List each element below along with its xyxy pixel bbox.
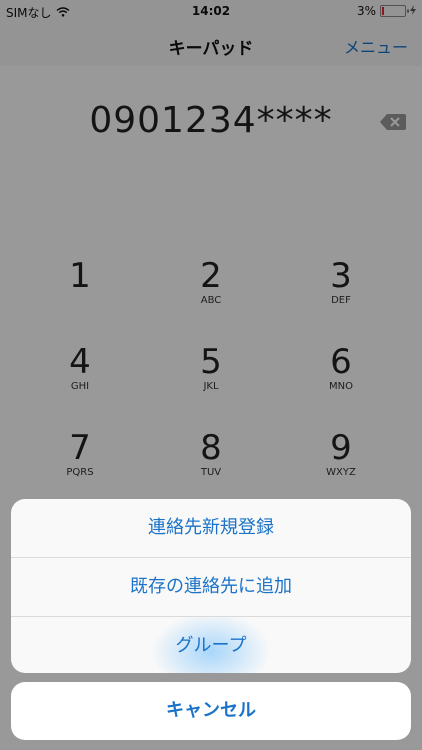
- group-option[interactable]: グループ: [11, 617, 411, 673]
- new-contact-option[interactable]: 連絡先新規登録: [11, 499, 411, 558]
- add-to-existing-contact-option[interactable]: 既存の連絡先に追加: [11, 558, 411, 617]
- action-sheet: 連絡先新規登録 既存の連絡先に追加 グループ: [11, 499, 411, 673]
- cancel-button[interactable]: キャンセル: [11, 682, 411, 740]
